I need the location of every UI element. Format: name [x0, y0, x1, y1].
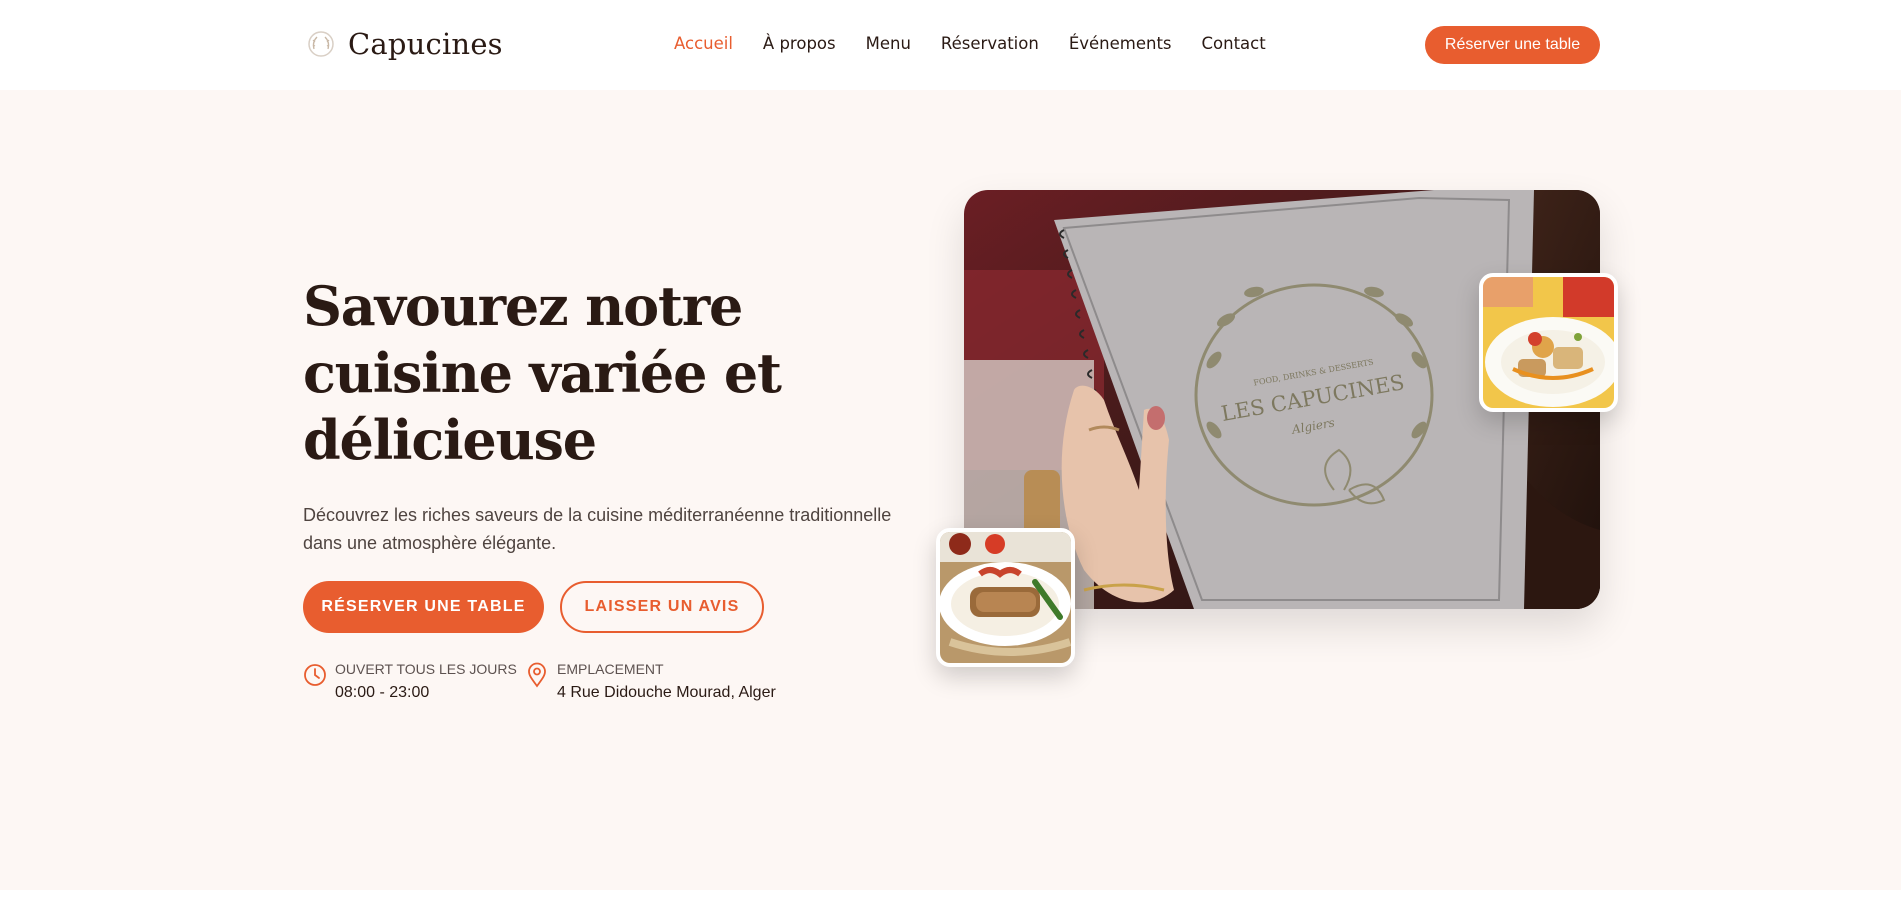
brand-name: Capucines — [348, 27, 503, 61]
hero-subtitle: Découvrez les riches saveurs de la cuisi… — [303, 505, 892, 553]
leaf-wreath-icon — [308, 31, 334, 57]
nav-item-contact[interactable]: Contact — [1202, 34, 1266, 53]
brand-logo[interactable]: Capucines — [306, 27, 503, 61]
main-nav: Accueil À propos Menu Réservation Événem… — [674, 34, 1296, 53]
nav-item-a-propos[interactable]: À propos — [763, 34, 836, 53]
dish-thumbnail-1 — [1479, 273, 1618, 412]
location-info: EMPLACEMENT 4 Rue Didouche Mourad, Alger — [525, 660, 776, 705]
map-pin-icon — [528, 662, 546, 688]
nav-item-evenements[interactable]: Événements — [1069, 34, 1172, 53]
leave-review-button[interactable]: LAISSER UN AVIS — [560, 581, 764, 633]
reserve-table-button[interactable]: RÉSERVER UNE TABLE — [303, 581, 544, 633]
page-bottom-band — [0, 890, 1901, 924]
hero-title: Savourez notre cuisine variée et délicie… — [303, 274, 782, 472]
site-header: Capucines Accueil À propos Menu Réservat… — [0, 0, 1901, 90]
nav-item-accueil[interactable]: Accueil — [674, 34, 733, 53]
opening-hours: OUVERT TOUS LES JOURS 08:00 - 23:00 — [303, 660, 517, 705]
hours-label: OUVERT TOUS LES JOURS — [335, 661, 517, 677]
hours-value: 08:00 - 23:00 — [335, 684, 430, 701]
location-label: EMPLACEMENT — [557, 661, 664, 677]
location-value: 4 Rue Didouche Mourad, Alger — [557, 684, 776, 701]
dish-image-2 — [940, 532, 1071, 663]
hero-section: Savourez notre cuisine variée et délicie… — [0, 90, 1901, 890]
clock-icon — [304, 664, 326, 686]
dish-thumbnail-2 — [936, 528, 1075, 667]
header-reserve-button[interactable]: Réserver une table — [1425, 26, 1600, 64]
nav-item-menu[interactable]: Menu — [866, 34, 911, 53]
dish-image-1 — [1483, 277, 1614, 408]
nav-item-reservation[interactable]: Réservation — [941, 34, 1039, 53]
